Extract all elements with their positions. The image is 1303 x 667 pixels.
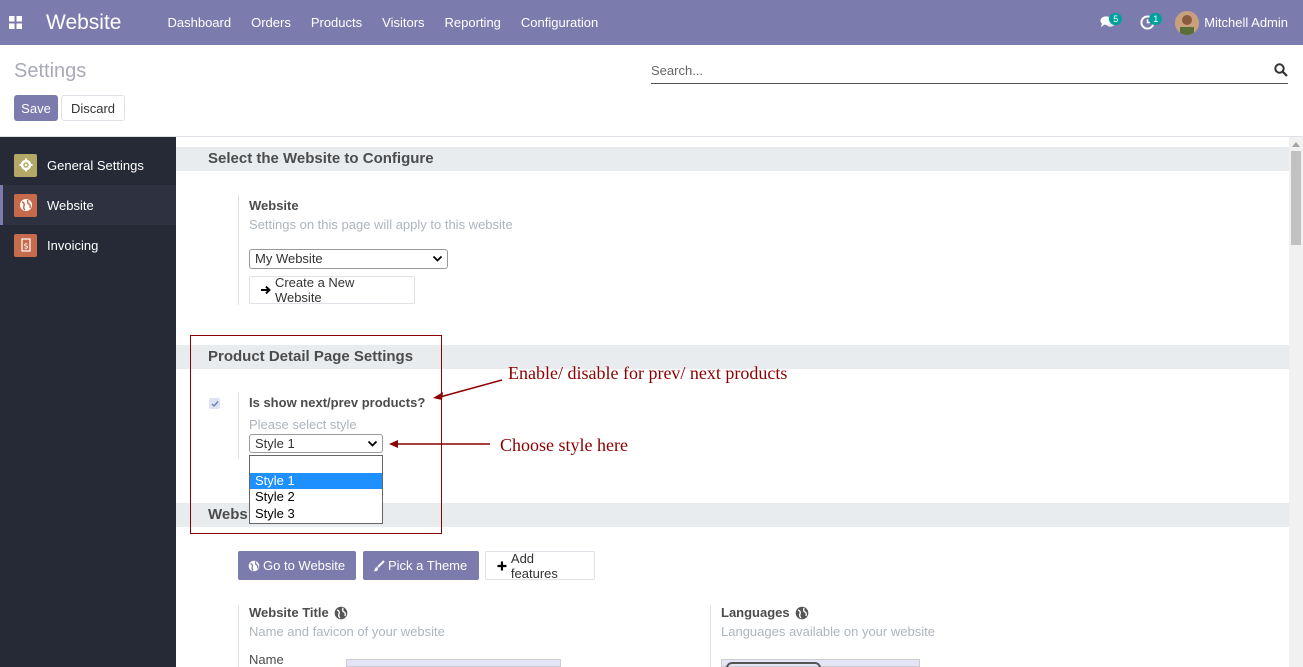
apps-menu-icon[interactable] [1,0,29,45]
app-brand[interactable]: Website [46,11,121,35]
systray: 5 1 Mitchell Admin [1087,0,1303,45]
control-panel: Settings Save Discard [0,45,1303,137]
menu-products[interactable]: Products [311,15,362,30]
create-website-label: Create a New Website [274,275,355,305]
pick-theme-button[interactable]: Pick a Theme [363,551,479,580]
discard-button[interactable]: Discard [61,95,125,121]
svg-text:$: $ [23,242,28,251]
search-icon[interactable] [1274,63,1288,77]
language-tag[interactable] [726,662,821,667]
languages-setting: Languages Languages available on your we… [710,605,1110,667]
website-name-input[interactable] [346,659,561,667]
website-title-text: Website Title [249,605,329,620]
messaging-button[interactable]: 5 [1087,0,1127,45]
search-input[interactable] [651,57,1251,83]
paint-brush-icon [373,559,385,571]
user-name: Mitchell Admin [1204,15,1288,30]
invoice-icon: $ [14,233,37,257]
menu-dashboard[interactable]: Dashboard [167,15,231,30]
activity-count-badge: 1 [1149,13,1163,25]
globe-icon [795,606,808,619]
add-features-button[interactable]: Add features [485,550,595,581]
sidebar-item-website[interactable]: Website [0,185,176,225]
gear-icon [14,153,37,177]
page-title: Settings [14,60,87,82]
menu-reporting[interactable]: Reporting [445,15,501,30]
main-scrollbar[interactable] [1289,137,1303,667]
chat-count-badge: 5 [1109,13,1123,25]
website-help: Settings on this page will apply to this… [249,217,513,232]
arrow-right-icon [260,285,271,295]
go-to-website-label: Go to Website [263,558,346,573]
languages-label: Languages [721,605,1110,620]
avatar [1175,10,1200,35]
add-features-label: Add features [510,550,558,581]
scroll-up-icon[interactable] [1292,141,1300,147]
sidebar-item-general-settings[interactable]: General Settings [0,145,176,185]
languages-text: Languages [721,605,790,620]
plus-icon [497,561,507,570]
scroll-thumb[interactable] [1291,151,1301,245]
menu-configuration[interactable]: Configuration [521,15,598,30]
annotation-highlight-box [190,335,442,534]
globe-icon [14,193,37,217]
website-select[interactable]: My Website [249,249,448,269]
menu-orders[interactable]: Orders [251,15,291,30]
languages-help: Languages available on your website [721,624,935,639]
website-title-setting: Website Title Name and favicon of your w… [238,605,638,667]
website-select-value: My Website [255,251,323,266]
website-title-label: Website Title [249,605,638,620]
user-menu[interactable]: Mitchell Admin [1175,10,1288,35]
pick-theme-label: Pick a Theme [388,558,468,573]
annotation-choose-text: Choose style here [500,435,628,455]
main-menu: Dashboard Orders Products Visitors Repor… [167,15,618,30]
save-button[interactable]: Save [14,95,58,121]
activity-button[interactable]: 1 [1127,0,1167,45]
settings-sidebar: General Settings Website $ Invoicing [0,137,176,667]
section-header-select-website: Select the Website to Configure [176,147,1289,171]
search-bar [651,57,1288,84]
sidebar-item-label: Invoicing [47,237,99,253]
globe-icon [334,606,348,619]
globe-icon [248,560,260,571]
chevron-down-icon [432,255,443,262]
top-navbar: Website Dashboard Orders Products Visito… [0,0,1303,45]
go-to-website-button[interactable]: Go to Website [238,551,356,580]
website-label: Website [249,198,299,213]
sidebar-item-label: General Settings [47,157,144,173]
sidebar-item-invoicing[interactable]: $ Invoicing [0,225,176,265]
create-website-button[interactable]: Create a New Website [249,275,415,305]
sidebar-item-label: Website [47,197,94,213]
menu-visitors[interactable]: Visitors [382,15,424,30]
website-title-help: Name and favicon of your website [249,624,445,639]
annotation-enable-text: Enable/ disable for prev/ next products [508,363,788,383]
